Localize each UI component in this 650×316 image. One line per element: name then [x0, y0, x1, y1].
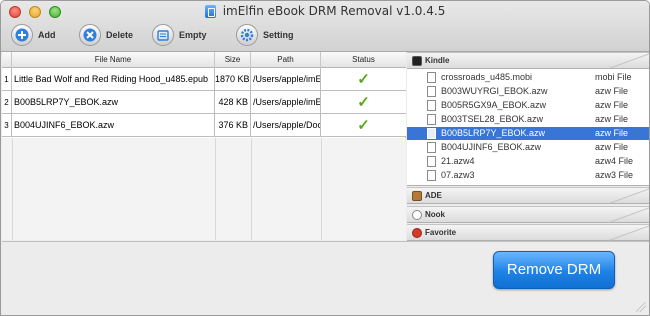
- table-row[interactable]: 2 B00B5LRP7Y_EBOK.azw 428 KB /Users/appl…: [2, 91, 406, 114]
- file-type: azw4 File: [595, 156, 634, 166]
- file-type: azw File: [595, 128, 629, 138]
- plus-icon: [11, 24, 33, 46]
- nook-section-header[interactable]: Nook: [407, 206, 649, 223]
- ade-section-header[interactable]: ADE: [407, 187, 649, 204]
- add-label: Add: [38, 30, 56, 40]
- setting-label: Setting: [263, 30, 294, 40]
- list-item[interactable]: crossroads_u485.mobi mobi File: [407, 71, 649, 84]
- nook-section-label: Nook: [425, 210, 445, 219]
- tab-fold-decoration: [609, 225, 649, 241]
- tab-fold-decoration: [609, 53, 649, 69]
- title-bar: imElfin eBook DRM Removal v1.0.4.5 Add D…: [1, 1, 649, 52]
- resize-grip-icon[interactable]: [636, 302, 646, 312]
- column-header-file-name[interactable]: File Name: [12, 52, 215, 68]
- table-row[interactable]: 1 Little Bad Wolf and Red Riding Hood_u4…: [2, 68, 406, 91]
- list-item[interactable]: B003TSEL28_EBOK.azw azw File: [407, 113, 649, 126]
- tab-fold-decoration: [609, 207, 649, 223]
- nook-icon: [412, 210, 422, 220]
- ade-section-label: ADE: [425, 191, 442, 200]
- file-size-cell: 376 KB: [215, 114, 251, 137]
- row-index: 2: [2, 91, 12, 114]
- window-title-wrap: imElfin eBook DRM Removal v1.0.4.5: [1, 4, 649, 20]
- remove-drm-button[interactable]: Remove DRM: [493, 251, 615, 289]
- file-name: crossroads_u485.mobi: [441, 72, 533, 82]
- list-item-selected[interactable]: B00B5LRP7Y_EBOK.azw azw File: [407, 127, 649, 140]
- list-item[interactable]: 21.azw4 azw4 File: [407, 155, 649, 168]
- status-cell: ✓: [321, 91, 406, 114]
- kindle-section-header[interactable]: Kindle: [407, 52, 649, 69]
- kindle-section-label: Kindle: [425, 56, 450, 65]
- heart-icon: [412, 228, 422, 238]
- file-path-cell: /Users/apple/imE: [251, 68, 321, 91]
- column-header-size[interactable]: Size: [215, 52, 251, 68]
- app-icon: [204, 4, 216, 18]
- file-type: azw File: [595, 114, 629, 124]
- kindle-file-list: crossroads_u485.mobi mobi File B003WUYRG…: [407, 69, 649, 186]
- file-icon: [427, 142, 436, 153]
- file-type: mobi File: [595, 72, 632, 82]
- checkmark-icon: ✓: [357, 71, 370, 88]
- tab-fold-decoration: [609, 188, 649, 204]
- file-name-cell: Little Bad Wolf and Red Riding Hood_u485…: [12, 68, 215, 91]
- file-icon: [427, 114, 436, 125]
- list-item[interactable]: B003WUYRGI_EBOK.azw azw File: [407, 85, 649, 98]
- file-name-cell: B00B5LRP7Y_EBOK.azw: [12, 91, 215, 114]
- empty-button[interactable]: Empty: [152, 21, 207, 49]
- setting-button[interactable]: Setting: [236, 21, 294, 49]
- file-name: B003TSEL28_EBOK.azw: [441, 114, 544, 124]
- file-name: 21.azw4: [441, 156, 475, 166]
- file-table: File Name Size Path Status 1 Little Bad …: [2, 52, 406, 240]
- table-header: File Name Size Path Status: [2, 52, 406, 68]
- file-icon: [427, 72, 436, 83]
- window-title: imElfin eBook DRM Removal v1.0.4.5: [222, 4, 446, 18]
- checkmark-icon: ✓: [357, 117, 370, 134]
- empty-list-icon: [152, 24, 174, 46]
- toolbar: Add Delete Empty Setting: [1, 21, 649, 49]
- kindle-icon: [412, 56, 422, 66]
- delete-icon: [79, 24, 101, 46]
- add-button[interactable]: Add: [11, 21, 56, 49]
- file-type: azw File: [595, 142, 629, 152]
- file-name: B003WUYRGI_EBOK.azw: [441, 86, 548, 96]
- delete-label: Delete: [106, 30, 134, 40]
- file-type: azw File: [595, 86, 629, 96]
- file-name: B005R5GX9A_EBOK.azw: [441, 100, 547, 110]
- file-name: 07.azw3: [441, 170, 475, 180]
- file-type: azw File: [595, 100, 629, 110]
- file-name: B00B5LRP7Y_EBOK.azw: [441, 128, 546, 138]
- list-item[interactable]: B004UJINF6_EBOK.azw azw File: [407, 141, 649, 154]
- file-name: B004UJINF6_EBOK.azw: [441, 142, 542, 152]
- ade-icon: [412, 191, 422, 201]
- empty-label: Empty: [179, 30, 207, 40]
- column-header-path[interactable]: Path: [251, 52, 321, 68]
- list-item[interactable]: B005R5GX9A_EBOK.azw azw File: [407, 99, 649, 112]
- favorite-section-label: Favorite: [425, 228, 457, 237]
- file-icon: [427, 170, 436, 181]
- file-size-cell: 428 KB: [215, 91, 251, 114]
- column-header-index: [2, 52, 12, 68]
- list-item[interactable]: 07.azw3 azw3 File: [407, 169, 649, 182]
- file-path-cell: /Users/apple/Doc: [251, 114, 321, 137]
- delete-button[interactable]: Delete: [79, 21, 133, 49]
- file-icon: [427, 156, 436, 167]
- status-cell: ✓: [321, 68, 406, 91]
- file-icon: [427, 100, 436, 111]
- source-list: Kindle crossroads_u485.mobi mobi File B0…: [407, 52, 649, 242]
- checkmark-icon: ✓: [357, 94, 370, 111]
- column-header-status[interactable]: Status: [321, 52, 406, 68]
- file-type: azw3 File: [595, 170, 634, 180]
- row-index: 1: [2, 68, 12, 91]
- status-cell: ✓: [321, 114, 406, 137]
- table-empty-area: [2, 138, 406, 240]
- favorite-section-header[interactable]: Favorite: [407, 224, 649, 241]
- file-icon: [427, 128, 436, 139]
- file-name-cell: B004UJINF6_EBOK.azw: [12, 114, 215, 137]
- file-size-cell: 1870 KB: [215, 68, 251, 91]
- row-index: 3: [2, 114, 12, 137]
- app-window: imElfin eBook DRM Removal v1.0.4.5 Add D…: [0, 0, 650, 316]
- file-path-cell: /Users/apple/imE: [251, 91, 321, 114]
- file-icon: [427, 86, 436, 97]
- gear-icon: [236, 24, 258, 46]
- table-row[interactable]: 3 B004UJINF6_EBOK.azw 376 KB /Users/appl…: [2, 114, 406, 137]
